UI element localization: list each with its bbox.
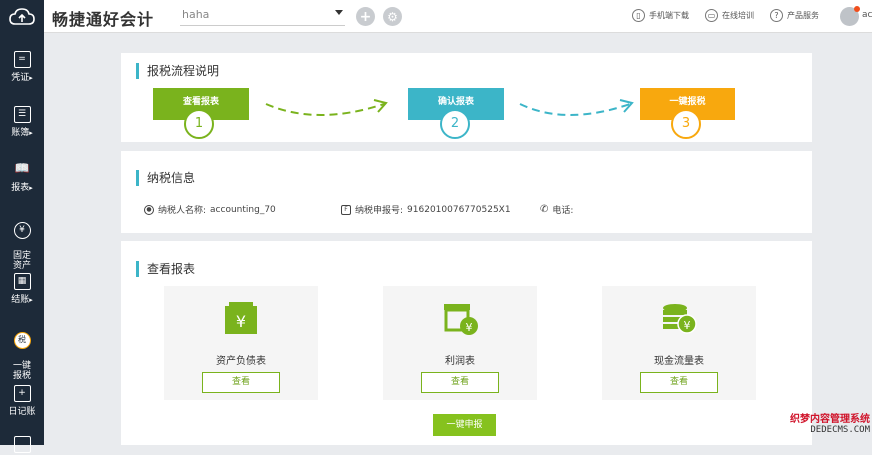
ledger-icon: ☰: [13, 106, 31, 123]
cash-flow-icon: ¥: [663, 304, 697, 334]
product-service-label: 产品服务: [787, 11, 819, 20]
training-icon: ▭: [705, 9, 718, 22]
one-click-declare-button[interactable]: 一键申报: [433, 414, 496, 436]
user-icon: ●: [144, 204, 154, 215]
step-label: 一键报税: [669, 97, 706, 107]
watermark-url: DEDECMS.COM: [810, 425, 870, 435]
svg-text:¥: ¥: [466, 321, 473, 334]
online-training-label: 在线培训: [722, 11, 754, 20]
settings-button[interactable]: ⚙: [383, 7, 402, 26]
user-name[interactable]: ac: [862, 10, 872, 20]
report-name: 利润表: [445, 356, 475, 367]
brand-title: 畅捷通好会计: [52, 10, 155, 29]
sidebar-item-journal[interactable]: + 日记账: [0, 385, 44, 417]
taxpayer-name: ● 纳税人名称: accounting_70: [144, 203, 276, 216]
balance-sheet-icon: ¥: [225, 302, 257, 334]
sidebar-item-reports[interactable]: 📖 报表▸: [0, 161, 44, 193]
report-name: 现金流量表: [654, 356, 704, 367]
taxinfo-title: 纳税信息: [136, 170, 195, 186]
cloud-logo-icon[interactable]: [0, 0, 44, 33]
tax-id-value: 9162010076770525X1: [407, 204, 511, 215]
sidebar-item-label: 结账: [11, 295, 30, 305]
svg-text:¥: ¥: [684, 319, 691, 332]
dashed-arrow-icon: [265, 99, 388, 116]
phone-icon: ✆: [540, 204, 549, 215]
add-button[interactable]: +: [356, 7, 375, 26]
closing-icon: ▦: [13, 273, 31, 290]
sidebar-item-label: 一键 报税: [12, 361, 31, 381]
report-balance-sheet: ¥ 资产负债表 查看: [164, 286, 318, 400]
report-book-icon: 📖: [14, 161, 30, 175]
dashed-arrow-icon: [519, 99, 634, 116]
sidebar-item-label: 日记账: [8, 407, 36, 417]
top-bar: 畅捷通好会计 haha + ⚙ ▯ 手机端下载 ▭ 在线培训 ? 产品服务 ac: [0, 0, 872, 33]
sidebar-item-label: 账簿: [11, 128, 30, 138]
phone-icon: ▯: [632, 9, 645, 22]
chevron-right-icon: ▸: [29, 74, 33, 82]
notification-dot: [854, 6, 860, 12]
phone-label: 电话:: [552, 206, 574, 216]
svg-text:¥: ¥: [236, 312, 246, 331]
process-title: 报税流程说明: [136, 63, 219, 79]
step-number-2: 2: [440, 109, 470, 139]
step-number-1: 1: [184, 109, 214, 139]
chevron-right-icon: ▸: [29, 129, 33, 137]
view-button[interactable]: 查看: [640, 372, 718, 393]
online-training-link[interactable]: ▭ 在线培训: [705, 9, 754, 22]
watermark-title: 织梦内容管理系统: [790, 414, 870, 425]
tax-declaration-number: F 纳税申报号: 9162010076770525X1: [341, 203, 511, 216]
profit-statement-icon: ¥: [444, 304, 478, 335]
view-button[interactable]: 查看: [421, 372, 499, 393]
report-profit-statement: ¥ 利润表 查看: [383, 286, 537, 400]
sidebar-item-closing[interactable]: ▦ 结账▸: [0, 273, 44, 305]
company-name: haha: [182, 8, 210, 21]
step-label: 确认报表: [437, 97, 474, 107]
sidebar-item-fixed-assets[interactable]: ¥ 固定 资产: [0, 212, 44, 271]
journal-icon: +: [13, 385, 31, 402]
sidebar-item-more[interactable]: [0, 436, 44, 455]
report-cash-flow: ¥ 现金流量表 查看: [602, 286, 756, 400]
taxpayer-name-value: accounting_70: [210, 204, 276, 215]
fixed-asset-icon: ¥: [13, 222, 31, 239]
view-button[interactable]: 查看: [202, 372, 280, 393]
step-number-3: 3: [671, 109, 701, 139]
chevron-right-icon: ▸: [29, 296, 33, 304]
sidebar-item-label: 报表: [11, 183, 30, 193]
chevron-right-icon: ▸: [29, 184, 33, 192]
sidebar-item-label: 凭证: [11, 73, 30, 83]
voucher-icon: =: [13, 51, 31, 68]
product-service-link[interactable]: ? 产品服务: [770, 9, 819, 22]
tax-id-label: 纳税申报号:: [355, 206, 404, 216]
report-name: 资产负债表: [216, 356, 266, 367]
plus-icon: +: [359, 8, 372, 25]
sidebar-item-ledger[interactable]: ☰ 账簿▸: [0, 106, 44, 138]
reports-title: 查看报表: [136, 261, 195, 277]
mobile-download-label: 手机端下载: [649, 11, 689, 20]
mobile-download-link[interactable]: ▯ 手机端下载: [632, 9, 689, 22]
step-label: 查看报表: [182, 97, 219, 107]
taxinfo-card: [121, 151, 812, 233]
gear-icon: ⚙: [387, 9, 398, 24]
chevron-down-icon: [335, 10, 343, 15]
help-icon: ?: [770, 9, 783, 22]
sidebar-item-voucher[interactable]: = 凭证▸: [0, 51, 44, 83]
id-card-icon: F: [341, 204, 351, 215]
one-click-tax-icon: 税: [13, 332, 31, 349]
sidebar-item-label: 固定 资产: [12, 251, 31, 271]
company-select[interactable]: haha: [180, 8, 345, 26]
sidebar-item-one-click-tax[interactable]: 税 一键 报税: [0, 322, 44, 381]
phone: ✆ 电话:: [540, 203, 573, 216]
watermark: 织梦内容管理系统 DEDECMS.COM: [760, 410, 870, 435]
taxpayer-name-label: 纳税人名称:: [158, 206, 207, 216]
